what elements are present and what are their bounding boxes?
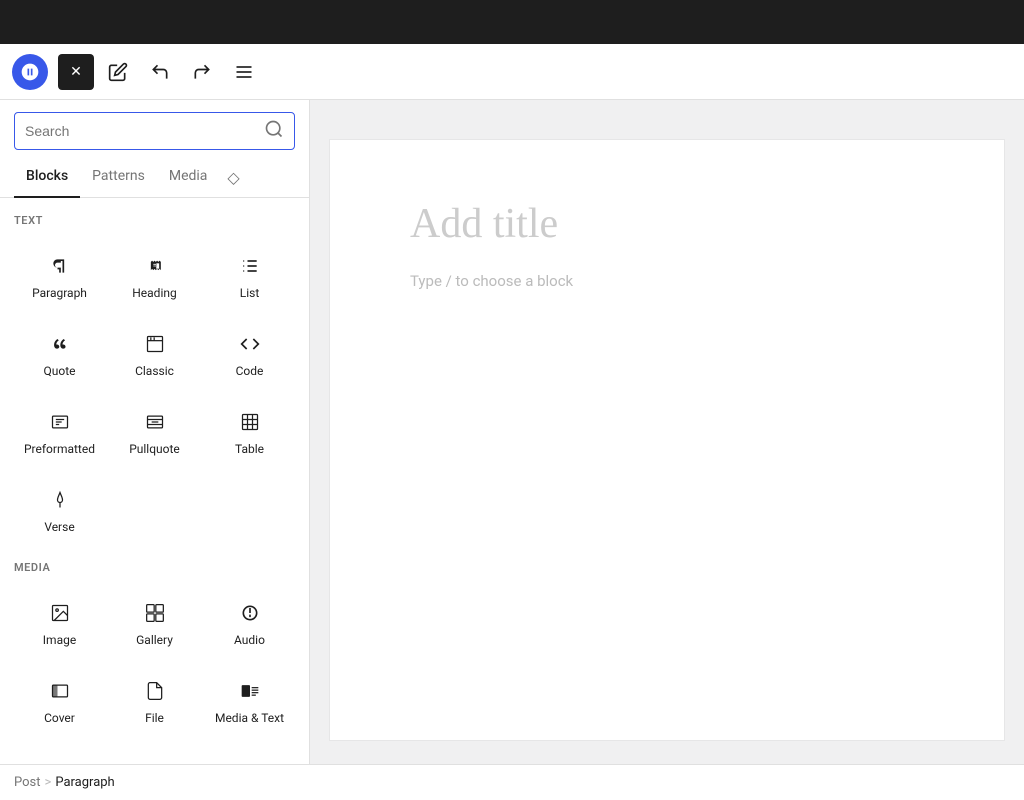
- file-icon: [145, 677, 165, 705]
- search-area: [0, 100, 309, 150]
- blocks-content: TEXT Paragraph Heading: [0, 198, 309, 764]
- gallery-icon: [145, 599, 165, 627]
- block-audio[interactable]: Audio: [204, 584, 295, 658]
- media-blocks-grid: Image Gallery: [14, 584, 295, 736]
- block-pullquote[interactable]: Pullquote: [109, 393, 200, 467]
- verse-label: Verse: [44, 520, 74, 534]
- block-image[interactable]: Image: [14, 584, 105, 658]
- bottom-bar: Post > Paragraph: [0, 764, 1024, 800]
- quote-icon: [50, 330, 70, 358]
- paragraph-icon: [50, 252, 70, 280]
- cover-icon: [50, 677, 70, 705]
- gallery-label: Gallery: [136, 633, 173, 647]
- media-section: MEDIA Image: [14, 561, 295, 736]
- text-section: TEXT Paragraph Heading: [14, 214, 295, 545]
- toolbar: ✕: [0, 44, 1024, 100]
- search-input[interactable]: [25, 123, 258, 139]
- media-text-icon: [240, 677, 260, 705]
- close-button[interactable]: ✕: [58, 54, 94, 90]
- editor-placeholder[interactable]: Type / to choose a block: [410, 272, 924, 290]
- block-preformatted[interactable]: Preformatted: [14, 393, 105, 467]
- list-icon: [240, 252, 260, 280]
- table-icon: [240, 408, 260, 436]
- block-quote[interactable]: Quote: [14, 315, 105, 389]
- preformatted-icon: [50, 408, 70, 436]
- classic-label: Classic: [135, 364, 174, 378]
- block-video[interactable]: Video: [18, 752, 109, 764]
- text-blocks-grid: Paragraph Heading: [14, 237, 295, 545]
- image-icon: [50, 599, 70, 627]
- block-verse[interactable]: Verse: [14, 471, 105, 545]
- pullquote-label: Pullquote: [129, 442, 180, 456]
- classic-icon: [145, 330, 165, 358]
- tabs: Blocks Patterns Media ◇: [0, 158, 309, 198]
- code-label: Code: [236, 364, 264, 378]
- quote-label: Quote: [43, 364, 75, 378]
- heading-icon: [145, 252, 165, 280]
- editor-content: Add title Type / to choose a block: [330, 140, 1004, 740]
- image-label: Image: [43, 633, 76, 647]
- breadcrumb-current: Paragraph: [55, 775, 114, 790]
- block-cover[interactable]: Cover: [14, 662, 105, 736]
- pullquote-icon: [145, 408, 165, 436]
- breadcrumb-separator: >: [45, 775, 52, 790]
- redo-button[interactable]: [184, 54, 220, 90]
- cover-label: Cover: [44, 711, 75, 725]
- media-section-label: MEDIA: [14, 561, 295, 574]
- block-media-text[interactable]: Media & Text: [204, 662, 295, 736]
- block-table[interactable]: Table: [204, 393, 295, 467]
- preformatted-label: Preformatted: [24, 442, 95, 456]
- paragraph-label: Paragraph: [32, 286, 87, 300]
- top-bar: [0, 0, 1024, 44]
- block-heading[interactable]: Heading: [109, 237, 200, 311]
- block-list[interactable]: List: [204, 237, 295, 311]
- search-icon: [264, 119, 284, 143]
- undo-button[interactable]: [142, 54, 178, 90]
- list-view-button[interactable]: [226, 54, 262, 90]
- text-section-label: TEXT: [14, 214, 295, 227]
- breadcrumb-post[interactable]: Post: [14, 775, 41, 790]
- tab-settings[interactable]: ◇: [219, 158, 247, 197]
- file-label: File: [145, 711, 164, 725]
- tab-media[interactable]: Media: [157, 158, 220, 198]
- block-file[interactable]: File: [109, 662, 200, 736]
- audio-icon: [240, 599, 260, 627]
- heading-label: Heading: [132, 286, 177, 300]
- block-paragraph[interactable]: Paragraph: [14, 237, 105, 311]
- list-label: List: [240, 286, 260, 300]
- sidebar: Blocks Patterns Media ◇ TEXT Paragraph: [0, 100, 310, 764]
- audio-label: Audio: [234, 633, 265, 647]
- block-code[interactable]: Code: [204, 315, 295, 389]
- editor-title[interactable]: Add title: [410, 200, 924, 248]
- tab-blocks[interactable]: Blocks: [14, 158, 80, 198]
- search-box: [14, 112, 295, 150]
- media-text-label: Media & Text: [215, 711, 284, 725]
- editor-area: Add title Type / to choose a block: [310, 100, 1024, 764]
- table-label: Table: [235, 442, 264, 456]
- wp-logo[interactable]: [12, 54, 48, 90]
- tab-patterns[interactable]: Patterns: [80, 158, 157, 198]
- block-gallery[interactable]: Gallery: [109, 584, 200, 658]
- edit-button[interactable]: [100, 54, 136, 90]
- block-classic[interactable]: Classic: [109, 315, 200, 389]
- main-layout: Blocks Patterns Media ◇ TEXT Paragraph: [0, 100, 1024, 764]
- verse-icon: [50, 486, 70, 514]
- code-icon: [240, 330, 260, 358]
